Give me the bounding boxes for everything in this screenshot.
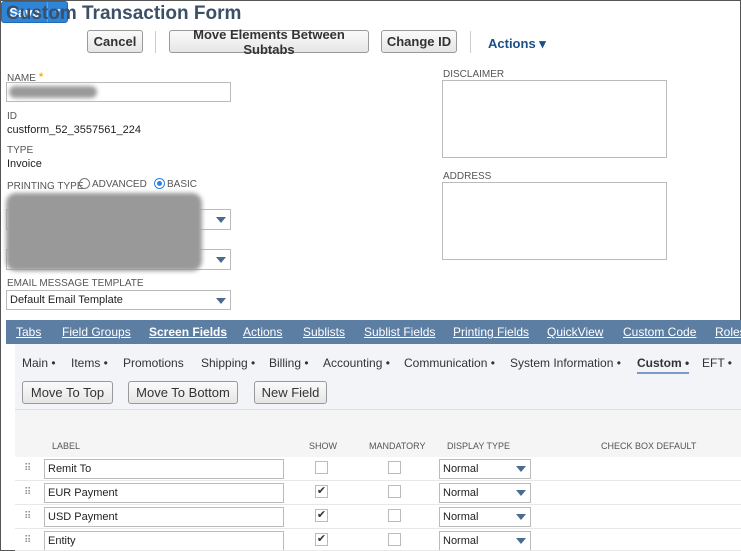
chevron-down-icon [516, 514, 526, 520]
cancel-button[interactable]: Cancel [87, 30, 143, 53]
column-label: LABEL [52, 441, 81, 451]
mandatory-checkbox[interactable] [388, 533, 401, 546]
tab-tabs[interactable]: Tabs [16, 325, 41, 339]
subtab-panel: Main • Items • Promotions Shipping • Bil… [15, 344, 741, 410]
subtab-promotions[interactable]: Promotions [123, 356, 184, 370]
chevron-down-icon [216, 257, 226, 263]
address-textarea[interactable] [442, 182, 667, 260]
tab-actions[interactable]: Actions [243, 325, 282, 339]
disclaimer-label: DISCLAIMER [443, 69, 505, 80]
tab-quickview[interactable]: QuickView [547, 325, 603, 339]
column-checkbox-default: CHECK BOX DEFAULT [601, 441, 697, 451]
actions-menu[interactable]: Actions ▾ [488, 36, 546, 52]
column-mandatory: MANDATORY [369, 441, 426, 451]
subtab-billing[interactable]: Billing • [269, 356, 309, 370]
chevron-down-icon [216, 217, 226, 223]
subtab-communication[interactable]: Communication • [404, 356, 495, 370]
new-field-button[interactable]: New Field [254, 381, 327, 404]
subtab-accounting[interactable]: Accounting • [323, 356, 390, 370]
advanced-radio[interactable] [79, 178, 90, 189]
row-label-input[interactable]: Remit To [44, 459, 284, 479]
row-label-input[interactable]: Entity [44, 531, 284, 550]
table-row: ⠿ USD Payment ✔ Normal [15, 505, 741, 529]
table-row: ⠿ Entity ✔ Normal [15, 529, 741, 551]
tab-field-groups[interactable]: Field Groups [62, 325, 131, 339]
drag-handle-icon[interactable]: ⠿ [24, 511, 31, 522]
tab-custom-code[interactable]: Custom Code [623, 325, 696, 339]
chevron-down-icon [516, 490, 526, 496]
move-to-bottom-button[interactable]: Move To Bottom [128, 381, 238, 404]
tab-printing-fields[interactable]: Printing Fields [453, 325, 529, 339]
move-to-top-button[interactable]: Move To Top [22, 381, 113, 404]
drag-handle-icon[interactable]: ⠿ [24, 535, 31, 546]
show-checkbox[interactable] [315, 461, 328, 474]
change-id-button[interactable]: Change ID [381, 30, 457, 53]
display-type-select[interactable]: Normal [439, 483, 531, 503]
type-label: TYPE [7, 145, 34, 156]
column-display-type: DISPLAY TYPE [447, 441, 511, 451]
row-label-input[interactable]: USD Payment [44, 507, 284, 527]
drag-handle-icon[interactable]: ⠿ [24, 487, 31, 498]
row-label-input[interactable]: EUR Payment [44, 483, 284, 503]
email-template-value: Default Email Template [10, 294, 123, 306]
redacted-block [6, 193, 202, 271]
name-input[interactable] [6, 82, 231, 102]
disclaimer-textarea[interactable] [442, 80, 667, 158]
table-header: LABEL SHOW MANDATORY DISPLAY TYPE CHECK … [15, 410, 741, 458]
address-label: ADDRESS [443, 171, 492, 182]
basic-label: BASIC [167, 179, 198, 190]
subtab-items[interactable]: Items • [71, 356, 108, 370]
mandatory-checkbox[interactable] [388, 485, 401, 498]
email-template-label: EMAIL MESSAGE TEMPLATE [7, 278, 144, 289]
tab-screen-fields[interactable]: Screen Fields [149, 325, 227, 339]
redacted-value [9, 86, 97, 98]
id-value: custform_52_3557561_224 [7, 124, 141, 136]
chevron-down-icon [516, 466, 526, 472]
move-elements-button[interactable]: Move Elements Between Subtabs [169, 27, 369, 57]
subtab-main[interactable]: Main • [22, 356, 56, 370]
table-row: ⠿ EUR Payment ✔ Normal [15, 481, 741, 505]
subtab-shipping[interactable]: Shipping • [201, 356, 255, 370]
column-show: SHOW [309, 441, 337, 451]
tab-roles[interactable]: Roles [715, 325, 741, 339]
show-checkbox[interactable]: ✔ [315, 509, 328, 522]
display-type-select[interactable]: Normal [439, 507, 531, 527]
toolbar-divider [470, 31, 471, 53]
subtab-custom[interactable]: Custom • [637, 356, 690, 374]
id-label: ID [7, 111, 17, 122]
chevron-down-icon [216, 298, 226, 304]
drag-handle-icon[interactable]: ⠿ [24, 463, 31, 474]
subtab-eft[interactable]: EFT • [702, 356, 732, 370]
tab-sublist-fields[interactable]: Sublist Fields [364, 325, 435, 339]
table-row: ⠿ Remit To Normal [15, 457, 741, 481]
advanced-label: ADVANCED [92, 179, 147, 190]
display-type-select[interactable]: Normal [439, 531, 531, 550]
subtab-system-information[interactable]: System Information • [510, 356, 621, 370]
display-type-select[interactable]: Normal [439, 459, 531, 479]
tab-sublists[interactable]: Sublists [303, 325, 345, 339]
show-checkbox[interactable]: ✔ [315, 485, 328, 498]
show-checkbox[interactable]: ✔ [315, 533, 328, 546]
toolbar-divider [155, 31, 156, 53]
chevron-down-icon [516, 538, 526, 544]
mandatory-checkbox[interactable] [388, 461, 401, 474]
type-value: Invoice [7, 158, 42, 170]
main-tabs: Tabs Field Groups Screen Fields Actions … [6, 320, 741, 344]
mandatory-checkbox[interactable] [388, 509, 401, 522]
basic-radio[interactable] [154, 178, 165, 189]
printing-type-label: PRINTING TYPE [7, 181, 84, 192]
email-template-select[interactable]: Default Email Template [6, 290, 231, 310]
page-title: Custom Transaction Form [6, 3, 242, 24]
